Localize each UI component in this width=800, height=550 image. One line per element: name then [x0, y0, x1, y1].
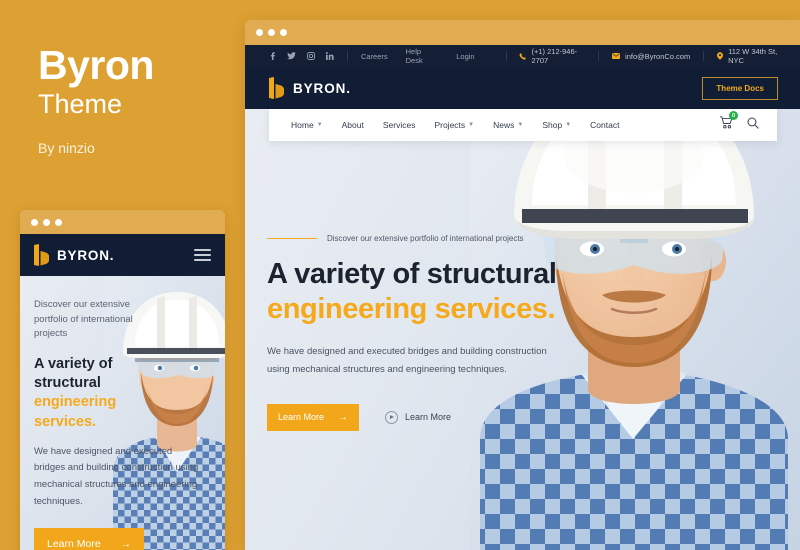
nav-label-news: News [493, 120, 515, 130]
hero-actions: Learn More → Learn More [267, 403, 567, 431]
mobile-learn-more-button[interactable]: Learn More → [34, 528, 144, 550]
cart-count-badge: 0 [729, 111, 738, 120]
topbar-contact-group: (+1) 212-946-2707 info@ByronCo.com 112 W… [493, 47, 800, 65]
mobile-hero-title-line2: engineering services. [34, 394, 117, 430]
hero-video-label: Learn More [405, 412, 452, 423]
window-dot-maximize [280, 29, 287, 36]
topbar-phone[interactable]: (+1) 212-946-2707 [519, 47, 585, 65]
nav-label-contact: Contact [590, 120, 620, 130]
brand-name[interactable]: BYRON. [293, 81, 351, 96]
site-topbar: Careers Help Desk Login (+1) 212-946-270… [245, 45, 800, 67]
topbar-link-help-desk[interactable]: Help Desk [406, 47, 439, 65]
nav-item-home[interactable]: Home ▼ [291, 120, 323, 130]
linkedin-icon[interactable] [326, 52, 334, 60]
nav-item-news[interactable]: News ▼ [493, 120, 523, 130]
topbar-email-text: info@ByronCo.com [625, 51, 691, 61]
chevron-down-icon: ▼ [517, 122, 524, 128]
byron-logo-mark-icon [34, 244, 50, 266]
facebook-icon[interactable] [269, 52, 276, 60]
window-dot-maximize [55, 218, 62, 226]
hero-learn-more-button[interactable]: Learn More → [267, 403, 359, 431]
hero-section: Discover our extensive portfolio of inte… [245, 109, 800, 550]
mobile-brand-name: BYRON. [57, 247, 115, 263]
topbar-divider [703, 51, 705, 61]
topbar-link-careers[interactable]: Careers [361, 52, 388, 61]
mobile-hero-title-line1: A variety of structural [34, 356, 113, 392]
topbar-divider [598, 51, 600, 61]
hero-learn-more-label: Learn More [278, 412, 325, 423]
shopping-cart-icon[interactable]: 0 [719, 111, 738, 134]
topbar-email[interactable]: info@ByronCo.com [612, 52, 690, 61]
nav-item-shop[interactable]: Shop ▼ [542, 120, 571, 130]
topbar-divider [347, 51, 348, 61]
window-dot-close [256, 29, 263, 36]
nav-label-projects: Projects [434, 120, 466, 130]
hero-copy: Discover our extensive portfolio of inte… [267, 234, 567, 431]
window-dot-close [31, 218, 38, 226]
mobile-window-chrome [20, 210, 225, 234]
arrow-right-icon: → [338, 411, 348, 423]
theme-docs-button[interactable]: Theme Docs [702, 76, 778, 100]
promo-banner: Byron Theme By ninzio BYRON. Discover ou… [0, 0, 800, 550]
mobile-hero-eyebrow: Discover our extensive portfolio of inte… [34, 299, 133, 340]
nav-item-contact[interactable]: Contact [590, 120, 619, 130]
nav-label-services: Services [382, 120, 416, 130]
promo-subtitle: Theme [38, 89, 123, 120]
hero-paragraph: We have designed and executed bridges an… [267, 345, 547, 376]
hero-accent-dash [267, 237, 317, 240]
play-circle-icon [385, 410, 398, 424]
hero-title: A variety of structural engineering serv… [267, 257, 567, 328]
mobile-hero-paragraph: We have designed and executed bridges an… [34, 445, 199, 507]
window-dot-minimize [43, 218, 50, 226]
desktop-mockup: Careers Help Desk Login (+1) 212-946-270… [245, 20, 800, 550]
site-navbar: BYRON. Theme Docs [245, 67, 800, 109]
phone-icon [519, 52, 527, 60]
hero-eyebrow: Discover our extensive portfolio of inte… [327, 234, 524, 243]
menu-actions: 0 [719, 111, 759, 134]
window-dot-minimize [268, 29, 275, 36]
hero-title-line2: engineering services. [267, 293, 556, 326]
chevron-down-icon: ▼ [468, 122, 475, 128]
promo-text-block: Byron Theme By ninzio [38, 42, 238, 156]
social-links [269, 52, 334, 60]
nav-label-home: Home [291, 120, 314, 130]
hamburger-menu-icon[interactable] [194, 249, 211, 261]
nav-label-about: About [341, 120, 364, 130]
topbar-address-text: 112 W 34th St, NYC [728, 47, 778, 65]
arrow-right-icon: → [121, 538, 131, 550]
envelope-icon [612, 53, 621, 59]
nav-label-shop: Shop [542, 120, 563, 130]
topbar-divider [505, 51, 507, 61]
nav-item-services[interactable]: Services [383, 120, 416, 130]
topbar-address[interactable]: 112 W 34th St, NYC [717, 47, 786, 65]
nav-item-projects[interactable]: Projects ▼ [434, 120, 474, 130]
promo-author: By ninzio [38, 139, 95, 156]
desktop-window-chrome [245, 20, 800, 45]
chevron-down-icon: ▼ [316, 122, 323, 128]
mobile-mockup: BYRON. Discover our extensive portfolio … [20, 210, 225, 550]
topbar-link-login[interactable]: Login [456, 52, 474, 61]
twitter-icon[interactable] [287, 52, 296, 60]
promo-title: Byron [38, 42, 154, 88]
chevron-down-icon: ▼ [565, 122, 572, 128]
hero-learn-more-video-button[interactable]: Learn More [385, 410, 452, 424]
byron-logo-mark-icon[interactable] [269, 77, 285, 99]
mobile-site-header: BYRON. [20, 234, 225, 276]
search-icon[interactable] [747, 116, 759, 134]
hero-title-line1: A variety of structural [267, 258, 557, 290]
mobile-hero-copy: Discover our extensive portfolio of inte… [20, 276, 198, 550]
instagram-icon[interactable] [307, 52, 315, 60]
hero-eyebrow-row: Discover our extensive portfolio of inte… [267, 234, 567, 243]
main-menu-bar: Home ▼ About Services Projects ▼ News ▼ … [269, 109, 777, 141]
topbar-phone-text: (+1) 212-946-2707 [531, 47, 578, 65]
nav-item-about[interactable]: About [342, 120, 364, 130]
map-pin-icon [717, 52, 724, 60]
mobile-hero-section: Discover our extensive portfolio of inte… [20, 276, 225, 550]
mobile-learn-more-label: Learn More [47, 538, 101, 550]
mobile-hero-title: A variety of structural engineering serv… [34, 355, 156, 432]
